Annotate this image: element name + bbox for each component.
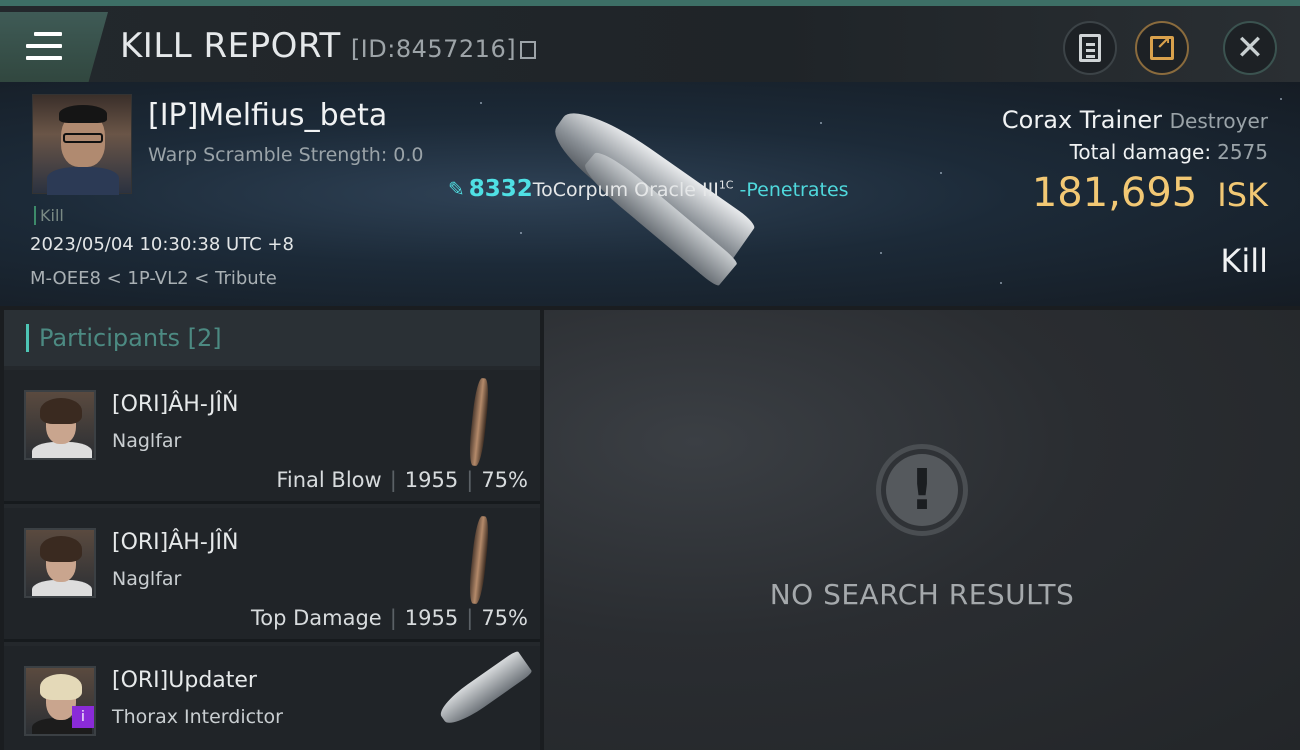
participant-ship-image xyxy=(467,515,491,605)
participant-damage: 1955 xyxy=(404,468,459,492)
participant-row[interactable]: [ORI]ÂH-JÎŃ Naglfar Final Blow | 1955 | 75% xyxy=(4,370,540,504)
report-button[interactable] xyxy=(1063,21,1117,75)
isk-value: 181,695 ISK xyxy=(1032,170,1268,216)
no-results-message: NO SEARCH RESULTS xyxy=(769,578,1075,611)
participant-name: [ORI]ÂH-JÎŃ xyxy=(112,392,239,417)
victim-avatar[interactable] xyxy=(32,94,132,195)
victim-ship-class: Destroyer xyxy=(1169,109,1268,133)
total-damage-label: Total damage: xyxy=(1069,140,1212,164)
participants-count: [2] xyxy=(187,324,222,352)
hit-target: ToCorpum Oracle III xyxy=(532,179,719,201)
participant-stats: Top Damage | 1955 | 75% xyxy=(250,606,528,630)
participants-title: Participants xyxy=(39,324,180,352)
participant-role: Top Damage xyxy=(250,606,382,630)
hit-icon: ✎ xyxy=(448,177,465,201)
kill-result: Kill xyxy=(1220,242,1268,280)
kill-location[interactable]: M-OEE8 < 1P-VL2 < Tribute xyxy=(30,268,277,289)
participant-ship: Naglfar xyxy=(112,430,182,452)
participants-header: Participants [2] xyxy=(4,310,540,366)
isk-amount: 181,695 xyxy=(1031,170,1198,216)
victim-name[interactable]: [IP]Melfius_beta xyxy=(148,98,387,133)
participants-panel: Participants [2] [ORI]ÂH-JÎŃ Naglfar Fin… xyxy=(4,310,540,750)
participant-ship: Naglfar xyxy=(112,568,182,590)
page-title: KILL REPORT [ID:8457216] xyxy=(120,26,537,66)
kill-tag: Kill xyxy=(34,206,64,225)
clipboard-icon xyxy=(1079,34,1101,62)
participant-role: Final Blow xyxy=(276,468,382,492)
participant-percent: 75% xyxy=(481,468,528,492)
victim-ship: Corax Trainer Destroyer xyxy=(1002,106,1268,134)
header-bar: KILL REPORT [ID:8457216] ✕ xyxy=(0,0,1300,82)
participant-avatar[interactable] xyxy=(24,528,96,598)
participant-name: [ORI]ÂH-JÎŃ xyxy=(112,530,239,555)
warp-scramble-strength: Warp Scramble Strength: 0.0 xyxy=(148,144,424,166)
close-button[interactable]: ✕ xyxy=(1223,21,1277,75)
participant-row[interactable]: [ORI]ÂH-JÎŃ Naglfar Top Damage | 1955 | 75% xyxy=(4,508,540,642)
hit-damage: 8332 xyxy=(468,176,533,202)
hit-effect: -Penetrates xyxy=(739,179,849,201)
share-icon xyxy=(1150,33,1174,60)
isk-unit: ISK xyxy=(1217,176,1268,214)
kill-datetime: 2023/05/04 10:30:38 UTC +8 xyxy=(30,234,294,255)
participant-avatar[interactable] xyxy=(24,390,96,460)
page-title-text: KILL REPORT xyxy=(120,26,341,66)
report-id: [ID:8457216] xyxy=(350,35,517,63)
victim-ship-name: Corax Trainer xyxy=(1001,106,1162,134)
hit-summary: ✎ 8332ToCorpum Oracle III1C -Penetrates xyxy=(448,176,849,202)
participant-damage: 1955 xyxy=(404,606,459,630)
participant-ship-image xyxy=(467,377,491,467)
participants-label: Participants [2] xyxy=(26,324,222,352)
participant-percent: 75% xyxy=(481,606,528,630)
close-icon: ✕ xyxy=(1235,28,1265,68)
victim-banner: [IP]Melfius_beta Warp Scramble Strength:… xyxy=(0,82,1300,306)
copy-icon[interactable] xyxy=(520,41,537,59)
search-results-area: ! NO SEARCH RESULTS xyxy=(544,310,1300,750)
menu-button[interactable] xyxy=(0,12,108,82)
exclamation-icon: ! xyxy=(876,444,968,536)
info-badge-icon: i xyxy=(72,706,94,728)
participant-name: [ORI]Updater xyxy=(112,668,257,693)
hit-superscript: 1C xyxy=(718,178,734,192)
total-damage: Total damage: 2575 xyxy=(1070,140,1268,164)
participant-stats: Final Blow | 1955 | 75% xyxy=(276,468,528,492)
participant-ship-image xyxy=(435,649,533,731)
total-damage-value: 2575 xyxy=(1217,140,1268,164)
share-button[interactable] xyxy=(1135,21,1189,75)
menu-icon xyxy=(26,32,62,68)
participant-ship: Thorax Interdictor xyxy=(112,706,283,728)
participant-row[interactable]: i [ORI]Updater Thorax Interdictor xyxy=(4,646,540,750)
